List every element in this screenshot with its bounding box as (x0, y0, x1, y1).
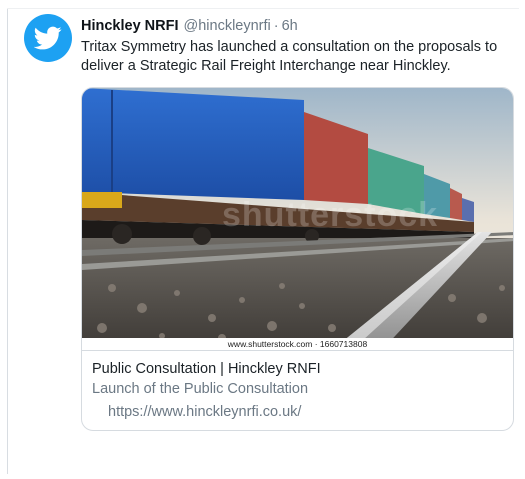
image-watermark: shutterstock (222, 196, 439, 234)
card-body[interactable]: Public Consultation | Hinckley RNFI Laun… (82, 351, 513, 422)
page-border (7, 8, 8, 474)
tweet-content: Hinckley NRFI @hinckleynrfi · 6h Tritax … (81, 17, 514, 431)
link-card[interactable]: shutterstock www.shutterstock.com · 1660… (81, 87, 514, 431)
user-handle[interactable]: @hinckleynrfi (184, 17, 271, 35)
separator-dot: · (273, 18, 279, 34)
image-credit: www.shutterstock.com · 1660713808 (82, 338, 513, 350)
card-title[interactable]: Public Consultation | Hinckley RNFI (92, 359, 503, 379)
card-description: Launch of the Public Consultation (92, 381, 309, 397)
tweet-header: Hinckley NRFI @hinckleynrfi · 6h (81, 17, 513, 35)
card-url[interactable]: https://www.hinckleynrfi.co.uk/ (92, 402, 503, 422)
display-name[interactable]: Hinckley NRFI (81, 17, 179, 35)
avatar[interactable] (24, 14, 72, 62)
card-image[interactable]: shutterstock www.shutterstock.com · 1660… (82, 88, 513, 350)
tweet-text: Tritax Symmetry has launched a consultat… (81, 39, 498, 74)
timestamp[interactable]: 6h (282, 17, 298, 35)
page-divider (7, 8, 519, 9)
twitter-bird-icon (34, 26, 62, 50)
